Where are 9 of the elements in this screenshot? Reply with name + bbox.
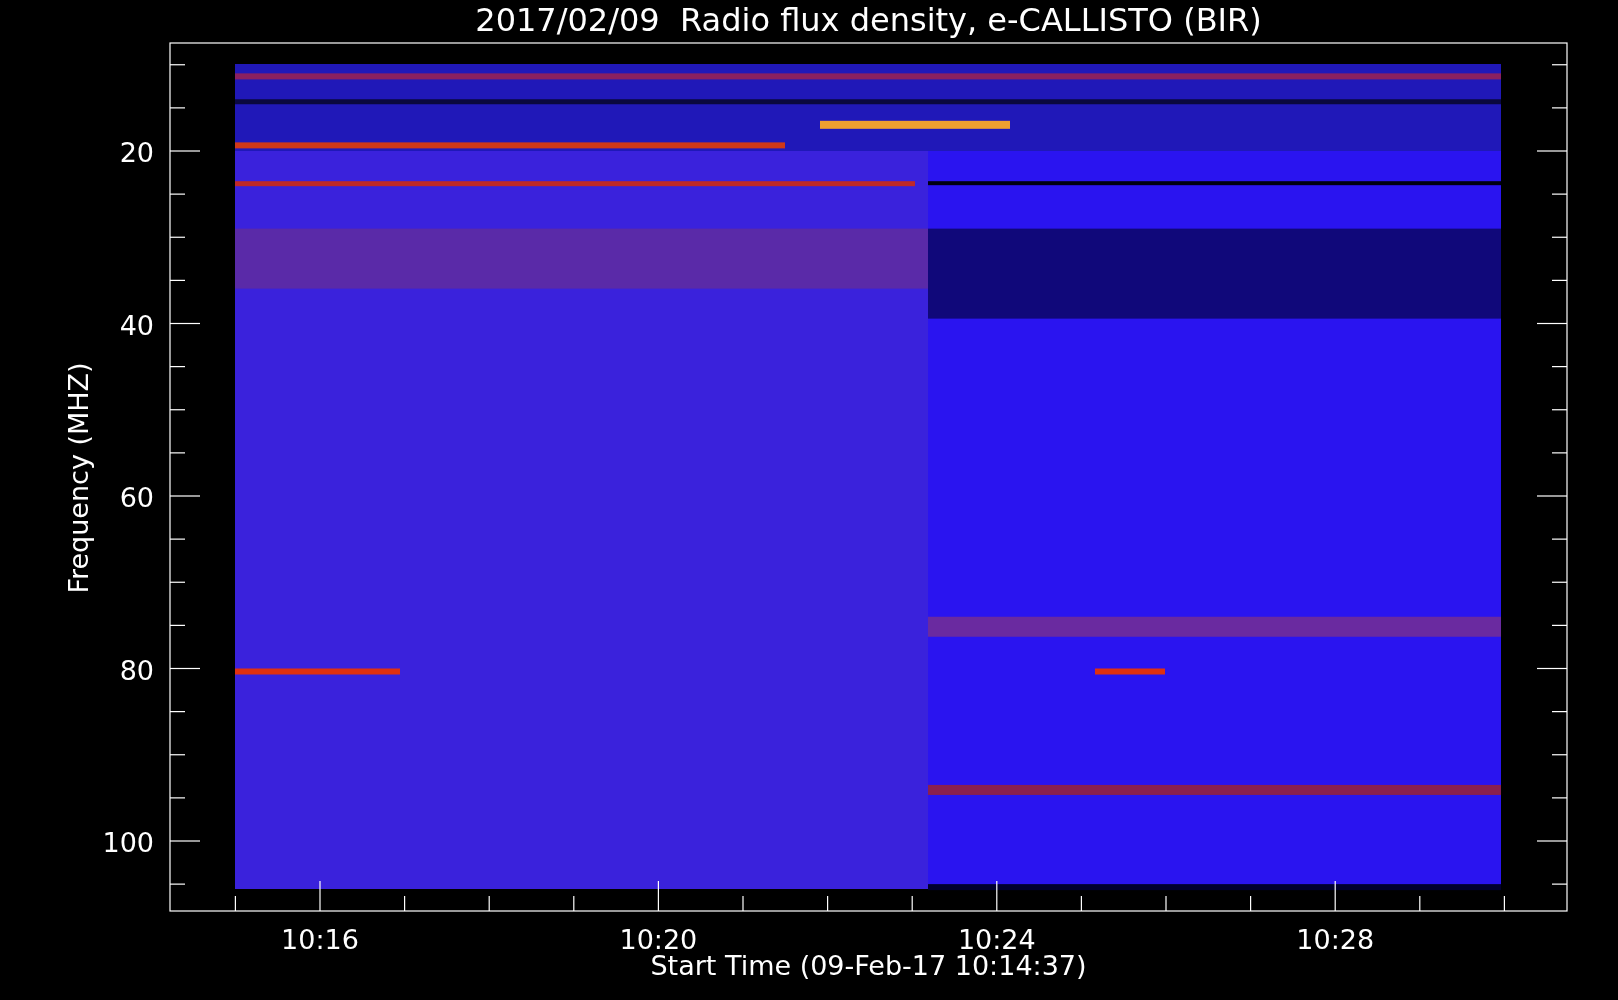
y-axis-label: Frequency (MHZ)	[63, 362, 94, 594]
y-tick-label: 100	[102, 827, 154, 858]
y-tick-label: 80	[119, 654, 154, 686]
x-tick-label: 10:28	[1296, 924, 1375, 955]
y-tick-label: 20	[119, 137, 154, 168]
y-tick-label: 60	[119, 482, 154, 513]
chart-title: 2017/02/09 Radio flux density, e-CALLISTO (BIR)	[475, 1, 1262, 39]
x-tick-label: 10:16	[281, 924, 359, 955]
y-tick-label: 40	[119, 309, 154, 341]
